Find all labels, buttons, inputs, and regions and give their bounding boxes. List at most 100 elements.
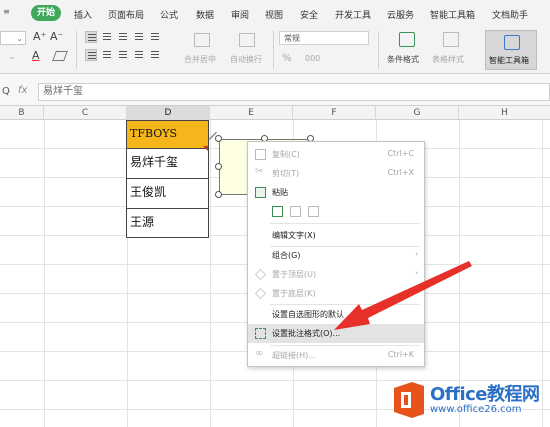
align-right-button[interactable] xyxy=(117,49,129,61)
tab-developer[interactable]: 开发工具 xyxy=(335,8,371,21)
merge-center-icon xyxy=(194,33,210,47)
thousands-button[interactable]: 000 xyxy=(305,54,320,63)
conditional-format-icon xyxy=(399,32,415,47)
menu-item-cut[interactable]: ✂ 剪切(T) Ctrl+X xyxy=(248,164,424,183)
cell-d1[interactable]: TFBOYS xyxy=(126,120,209,149)
layers-icon xyxy=(255,269,266,280)
column-header-f[interactable]: F xyxy=(293,106,376,120)
column-header-g[interactable]: G xyxy=(376,106,459,120)
tab-cloud[interactable]: 云服务 xyxy=(387,8,414,21)
ai-toolbox-button[interactable]: 智能工具箱 xyxy=(485,30,537,70)
indent-button[interactable] xyxy=(149,31,161,43)
eraser-icon[interactable] xyxy=(52,51,68,61)
format-comment-icon xyxy=(255,328,266,339)
menu-item-label: 置于顶层(U) xyxy=(272,270,317,279)
cell-d4[interactable]: 王源 xyxy=(126,209,209,238)
number-format-select[interactable]: 常规 xyxy=(279,31,369,45)
column-header-d[interactable]: D xyxy=(127,106,210,120)
function-icon[interactable]: fx xyxy=(18,85,27,96)
resize-handle[interactable] xyxy=(215,135,222,142)
arrow-shape xyxy=(334,261,472,330)
menu-item-hyperlink[interactable]: ∞ 超链接(H)... Ctrl+K xyxy=(248,346,424,365)
menu-item-label: 编辑文字(X) xyxy=(272,231,316,240)
watermark: Office教程网 www.office26.com xyxy=(386,378,550,424)
toolbox-icon xyxy=(504,35,520,50)
submenu-arrow-icon: › xyxy=(415,250,418,258)
menu-separator xyxy=(270,223,420,224)
menu-item-label: 剪切(T) xyxy=(272,169,300,178)
column-header-h[interactable]: H xyxy=(459,106,550,120)
tab-view[interactable]: 视图 xyxy=(265,8,283,21)
orientation-button[interactable] xyxy=(133,31,145,43)
paste-keep-format-icon[interactable] xyxy=(272,206,283,217)
align-bottom-button[interactable] xyxy=(117,31,129,43)
resize-handle[interactable] xyxy=(215,191,222,198)
align-center-button[interactable] xyxy=(101,49,113,61)
paste-text-icon[interactable] xyxy=(308,206,319,217)
column-header-e[interactable]: E xyxy=(210,106,293,120)
merge-center-button[interactable]: 合并居中 xyxy=(184,54,216,65)
menu-item-shortcut: Ctrl+X xyxy=(387,168,414,177)
wrap-text-icon xyxy=(239,33,255,47)
formula-bar: Q fx 易烊千玺 xyxy=(0,74,550,106)
tab-insert[interactable]: 插入 xyxy=(74,8,92,21)
distributed-button[interactable] xyxy=(149,49,161,61)
menu-item-edit-text[interactable]: 编辑文字(X) xyxy=(248,226,424,245)
grow-font-button[interactable]: A⁺ xyxy=(33,30,46,43)
formula-input[interactable]: 易烊千玺 xyxy=(38,83,550,101)
menu-item-label: 超链接(H)... xyxy=(272,351,316,360)
resize-handle[interactable] xyxy=(215,163,222,170)
align-middle-button[interactable] xyxy=(101,31,113,43)
menu-item-shortcut: Ctrl+C xyxy=(387,149,414,158)
menu-item-label: 置于底层(K) xyxy=(272,289,316,298)
watermark-title: Office教程网 xyxy=(430,384,540,405)
menu-item-label: 粘贴 xyxy=(272,188,288,197)
tab-ai-toolbox[interactable]: 智能工具箱 xyxy=(430,8,475,21)
table-style-icon xyxy=(443,32,459,47)
column-header-c[interactable]: C xyxy=(44,106,127,120)
percent-button[interactable]: % xyxy=(282,53,292,64)
annotation-arrow xyxy=(334,261,472,330)
tab-review[interactable]: 审阅 xyxy=(231,8,249,21)
layers-icon xyxy=(255,288,266,299)
watermark-url: www.office26.com xyxy=(430,404,522,415)
paste-options-row xyxy=(248,202,424,221)
copy-icon xyxy=(255,149,266,160)
conditional-format-button[interactable]: 条件格式 xyxy=(387,54,419,65)
align-left-button[interactable] xyxy=(85,49,97,61)
tab-home[interactable]: 开始 xyxy=(31,5,62,21)
tab-doc-assistant[interactable]: 文档助手 xyxy=(492,8,528,21)
cell-reference[interactable]: Q xyxy=(2,86,10,97)
wrap-text-button[interactable]: 自动换行 xyxy=(230,54,262,65)
tab-page-layout[interactable]: 页面布局 xyxy=(108,8,144,21)
menu-item-label: 复制(C) xyxy=(272,150,300,159)
justify-button[interactable] xyxy=(133,49,145,61)
tab-data[interactable]: 数据 xyxy=(196,8,214,21)
tab-security[interactable]: 安全 xyxy=(300,8,318,21)
paste-values-icon[interactable] xyxy=(290,206,301,217)
menu-item-paste[interactable]: 粘贴 xyxy=(248,183,424,202)
menu-item-copy[interactable]: 复制(C) Ctrl+C xyxy=(248,145,424,164)
cell-d3[interactable]: 王俊凯 xyxy=(126,179,209,209)
column-headers: B C D E F G H xyxy=(0,106,550,120)
menu-more-icon[interactable]: ≡ xyxy=(3,7,10,16)
font-color-button[interactable]: A xyxy=(32,49,40,62)
shrink-font-button[interactable]: A⁻ xyxy=(50,30,63,43)
table-style-button[interactable]: 表格样式 xyxy=(432,54,464,65)
menu-bar: ≡ 开始 插入 页面布局 公式 数据 审阅 视图 安全 开发工具 云服务 智能工… xyxy=(0,0,550,27)
number-format-value: 常规 xyxy=(284,34,300,43)
comment-indicator-icon xyxy=(203,146,208,151)
ribbon: ⌄ A⁺ A⁻ ⌄ A 合并居中 自动换行 常规 % 000 条件格式 表格样式… xyxy=(0,27,550,74)
font-size-box[interactable]: ⌄ xyxy=(0,31,26,45)
ai-toolbox-label: 智能工具箱 xyxy=(489,56,529,65)
cell-d2[interactable]: 易烊千玺 xyxy=(126,149,209,179)
paste-icon xyxy=(255,187,266,198)
font-size-dropdown-icon[interactable]: ⌄ xyxy=(8,52,16,62)
link-icon: ∞ xyxy=(255,348,264,359)
tab-formulas[interactable]: 公式 xyxy=(160,8,178,21)
column-header-b[interactable]: B xyxy=(0,106,44,120)
menu-item-label: 组合(G) xyxy=(272,251,301,260)
ribbon-separator xyxy=(378,31,379,69)
menu-item-shortcut: Ctrl+K xyxy=(387,350,414,359)
align-top-button[interactable] xyxy=(85,31,97,43)
